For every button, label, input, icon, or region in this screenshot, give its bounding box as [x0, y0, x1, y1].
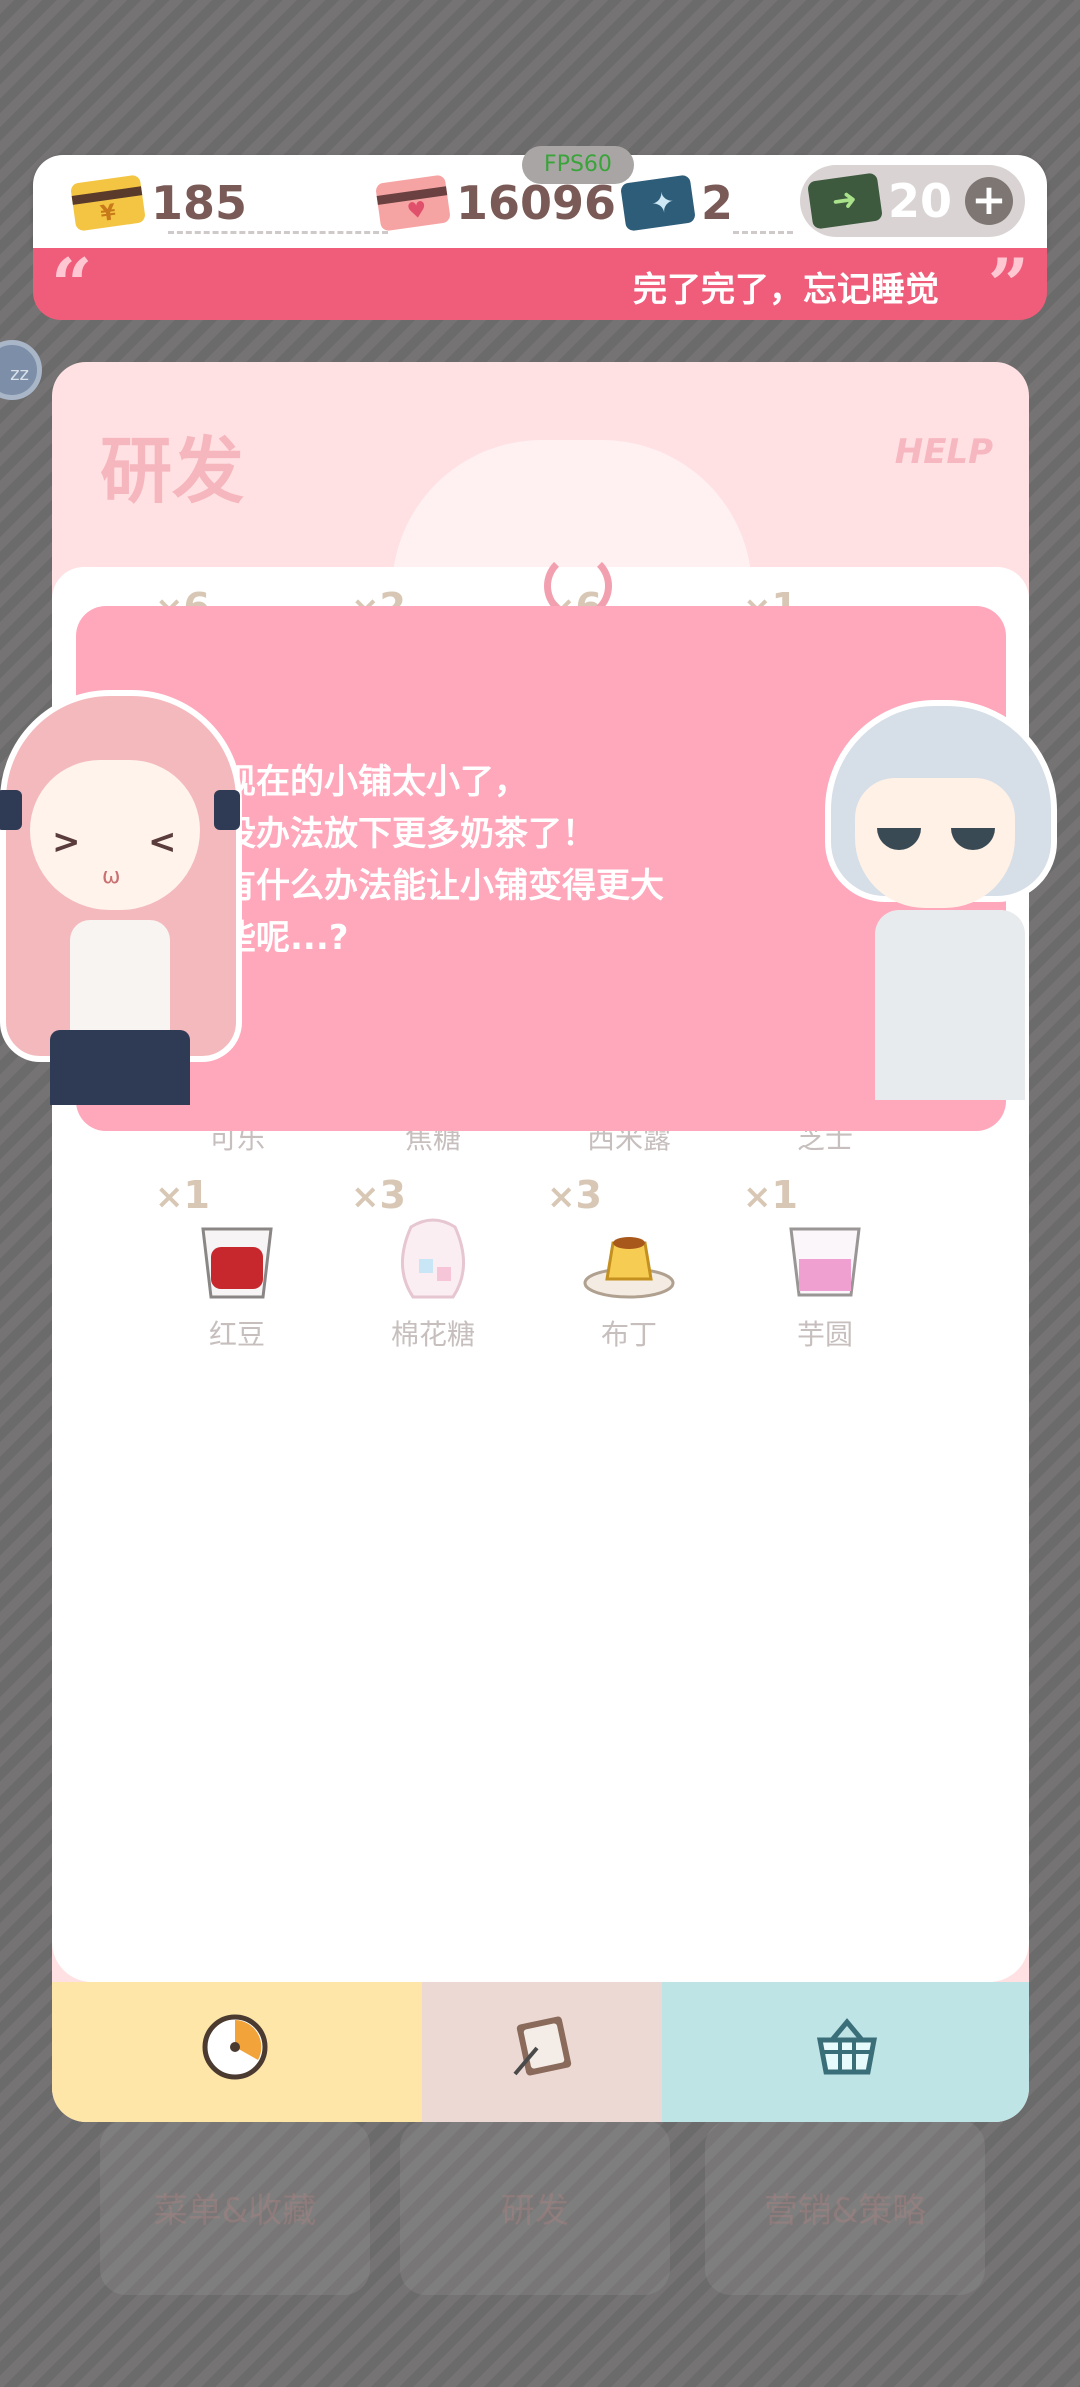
panel-title: 研发	[100, 429, 245, 513]
pink-card-value: 16096	[456, 176, 617, 230]
ingredient-item[interactable]: ×3 棉花糖	[343, 1173, 523, 1363]
add-ticket-button[interactable]: +	[965, 177, 1013, 225]
red-bean-icon	[201, 1227, 273, 1299]
girl-character: > < ω	[0, 690, 242, 1130]
news-marquee: “ 完了完了，忘记睡觉 ”	[33, 248, 1047, 320]
ingredient-item[interactable]: ×1 红豆	[147, 1173, 327, 1363]
gold-card-value: 185	[151, 176, 248, 230]
ticket-value: 20	[888, 174, 953, 228]
sparkle-card-icon: ✦	[620, 174, 696, 232]
ingredient-name: 布丁	[600, 1318, 657, 1351]
bg-tab-menu: 菜单&收藏	[100, 2120, 370, 2295]
ingredient-name: 棉花糖	[390, 1318, 475, 1351]
research-panel: 研发 HELP ×6水×2冰块×6乳酸菌×1绿茶×2巧克力×1咖啡×2香芋×2生…	[52, 362, 1029, 2122]
ingredient-item[interactable]: ×1 芋圆	[735, 1173, 915, 1363]
ingredient-item[interactable]: ×3 布丁	[539, 1173, 719, 1363]
ingredient-name: 芋圆	[796, 1318, 853, 1351]
gem-counter: ✦ 2	[620, 173, 734, 233]
pudding-icon	[583, 1237, 675, 1299]
nav-research[interactable]	[422, 1982, 662, 2122]
green-ticket-icon: ➜	[807, 172, 883, 230]
gold-card-counter: ¥ 185	[70, 173, 248, 233]
bg-tab-marketing: 营销&策略	[705, 2120, 985, 2295]
marshmallow-bag-icon	[401, 1218, 465, 1299]
fps-counter: FPS60	[522, 146, 634, 184]
bg-tab-research: 研发	[400, 2120, 670, 2295]
help-button[interactable]: HELP	[895, 432, 993, 472]
gold-card-icon: ¥	[70, 174, 146, 232]
clock-pie-icon	[202, 2014, 268, 2080]
basket-icon	[816, 2018, 878, 2075]
open-quote-icon: “	[51, 248, 93, 320]
nav-shop[interactable]	[662, 1982, 1029, 2122]
gem-value: 2	[701, 176, 734, 230]
notebook-icon	[513, 2016, 572, 2076]
nav-menu[interactable]	[52, 1982, 422, 2122]
ticket-counter: ➜ 20 +	[800, 165, 1025, 237]
ingredient-name: 红豆	[208, 1318, 265, 1351]
boy-character	[825, 700, 1065, 1130]
taro-ball-cup-icon	[789, 1227, 861, 1297]
pink-card-icon: ♥	[375, 174, 451, 232]
marquee-text: 完了完了，忘记睡觉	[633, 270, 939, 310]
close-quote-icon: ”	[987, 248, 1029, 320]
dialog-text: 现在的小铺太小了， 没办法放下更多奶茶了！ 有什么办法能让小铺变得更大 些呢..…	[222, 762, 664, 958]
